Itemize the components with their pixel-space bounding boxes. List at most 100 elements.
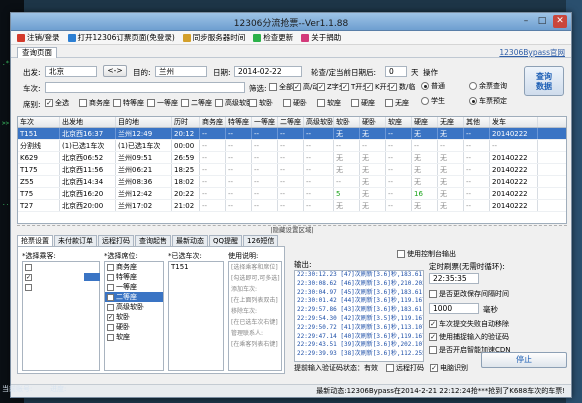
column-header[interactable]: 二等座 [278, 117, 304, 127]
skip-interval-checkbox[interactable]: 是否更改保存间隔时间 [429, 289, 509, 299]
menu-item-4[interactable]: 关于捐助 [301, 32, 341, 43]
stop-button[interactable]: 停止 [481, 352, 567, 368]
seat-type-checkbox[interactable]: 无座 [385, 98, 409, 108]
seat-list-item[interactable]: 硬卧 [105, 322, 163, 332]
timer-input[interactable]: 22:35:35 [429, 273, 479, 284]
option-checkbox[interactable]: ✓ 车次提交失败自动移除 [429, 319, 509, 329]
checkbox[interactable] [107, 333, 114, 341]
seat-type-checkbox[interactable]: 软卧 [249, 98, 273, 108]
hide-settings-splitter[interactable]: |隐藏设置区域| [17, 225, 567, 234]
option-checkbox[interactable]: ✓ 使用捕捉输入的验证码 [429, 332, 509, 342]
menu-item-2[interactable]: 同步服务器时间 [182, 32, 245, 43]
seat-list[interactable]: 商务座 特等座 一等座 二等座 高级软卧 ✓ 软卧 硬卧 软座 [104, 261, 164, 371]
checkbox[interactable] [107, 303, 114, 311]
column-header[interactable]: 无座 [438, 117, 464, 127]
column-header[interactable]: 软座 [386, 117, 412, 127]
seat-type-checkbox[interactable]: 特等座 [113, 98, 144, 108]
list-item[interactable] [23, 262, 99, 272]
refresh-interval-input[interactable]: 1000 [429, 303, 479, 314]
seat-type-checkbox[interactable]: 一等座 [147, 98, 178, 108]
minimize-icon[interactable]: – [519, 15, 533, 28]
seat-list-item[interactable]: 一等座 [105, 282, 163, 292]
tab-query[interactable]: 查询页面 [17, 47, 57, 58]
console-output-checkbox[interactable]: 使用控制台输出 [397, 249, 456, 259]
table-row[interactable]: K629 北京西06:52 兰州09:51 26:59 -- -- -- -- -- 无无 -- 无无… [18, 152, 566, 164]
column-header[interactable]: 软卧 [334, 117, 360, 127]
table-row[interactable]: T27 北京西20:00 兰州17:02 21:02 -- -- -- -- -- 无无 -- 无无 -… [18, 200, 566, 212]
column-header[interactable]: 硬座 [412, 117, 438, 127]
maximize-icon[interactable]: □ [535, 15, 549, 28]
train-type-checkbox[interactable]: 全部 [269, 82, 293, 92]
tab-3[interactable]: 查询起售 [135, 235, 171, 246]
train-number-input[interactable] [45, 82, 245, 93]
table-row[interactable]: T151 北京西16:37 兰州12:49 20:12 -- -- -- -- -- 无无 -- 无无… [18, 128, 566, 140]
column-header[interactable]: 硬卧 [360, 117, 386, 127]
train-type-checkbox[interactable]: ✓ 高/动 [293, 82, 319, 92]
seat-type-checkbox[interactable]: 高级软卧 [215, 98, 253, 108]
checkbox[interactable] [107, 263, 114, 271]
seat-type-checkbox[interactable]: 二等座 [181, 98, 212, 108]
column-header[interactable]: 车次 [18, 117, 60, 127]
selected-trains-list[interactable]: T151 [168, 261, 224, 371]
selected-train-item[interactable]: T151 [169, 262, 223, 272]
column-header[interactable]: 商务座 [200, 117, 226, 127]
checkbox[interactable] [107, 273, 114, 281]
column-header[interactable]: 发车 [490, 117, 538, 127]
swap-stations-button[interactable]: <-> [103, 65, 127, 77]
column-header[interactable]: 一等座 [252, 117, 278, 127]
menu-item-3[interactable]: 检查更新 [253, 32, 293, 43]
seat-list-item[interactable]: 商务座 [105, 262, 163, 272]
table-row[interactable]: 分割线 (1)已选1车次 (1)已选1车次 00:00 -- -- -- -- -- -- -- --… [18, 140, 566, 152]
interval-stepper[interactable]: 0 [385, 66, 407, 77]
checkbox[interactable] [107, 323, 114, 331]
column-header[interactable]: 高级软卧 [304, 117, 334, 127]
seat-list-item[interactable]: 特等座 [105, 272, 163, 282]
column-header[interactable]: 目的地 [116, 117, 172, 127]
menu-item-0[interactable]: 注销/登录 [17, 32, 60, 43]
table-row[interactable]: Z55 北京西14:34 兰州08:36 18:02 -- -- -- -- -- -- 无 -- 无无… [18, 176, 566, 188]
tab-1[interactable]: 未付款订单 [54, 235, 97, 246]
checkbox[interactable] [107, 293, 114, 301]
train-type-checkbox[interactable]: ✓ 数/临 [389, 82, 415, 92]
checkbox[interactable] [25, 263, 32, 271]
checkbox[interactable]: ✓ [107, 313, 114, 321]
column-header[interactable]: 特等座 [226, 117, 252, 127]
seat-type-checkbox[interactable]: 商务座 [79, 98, 110, 108]
date-input[interactable]: 2014-02-22 [234, 66, 302, 77]
column-header[interactable]: 历时 [172, 117, 200, 127]
seat-list-item[interactable]: ✓ 软卧 [105, 312, 163, 322]
menu-item-1[interactable]: 打开12306订票页面(免登录) [67, 32, 175, 43]
ticket-type-normal[interactable]: 普通 [421, 81, 445, 91]
checkbox[interactable] [25, 283, 32, 291]
seat-list-item[interactable]: 高级软卧 [105, 302, 163, 312]
tab-6[interactable]: 126短信 [243, 235, 279, 246]
seat-list-item[interactable]: 软座 [105, 332, 163, 342]
tab-4[interactable]: 最新动态 [172, 235, 208, 246]
mode-query[interactable]: 余票查询 [469, 81, 507, 91]
seat-type-checkbox[interactable]: 软座 [317, 98, 341, 108]
list-item[interactable] [23, 282, 99, 292]
tab-0[interactable]: 抢票设置 [17, 235, 53, 246]
column-header[interactable]: 其他 [464, 117, 490, 127]
from-station-input[interactable]: 北京 [45, 66, 97, 77]
column-header[interactable]: 出发地 [60, 117, 116, 127]
checkbox[interactable] [107, 283, 114, 291]
ticket-type-student[interactable]: 学生 [421, 96, 445, 106]
seat-type-checkbox[interactable]: ✓ 全选 [45, 98, 69, 108]
tab-5[interactable]: QQ提醒 [209, 235, 243, 246]
close-icon[interactable]: ✕ [553, 15, 567, 28]
auto-captcha-checkbox[interactable]: ✓ 电脑识别 [430, 363, 468, 373]
seat-type-checkbox[interactable]: 硬座 [351, 98, 375, 108]
table-row[interactable]: T75 北京西16:20 兰州12:42 20:22 -- -- -- -- -- 5 无 -- 16 无… [18, 188, 566, 200]
mode-booking[interactable]: 车票预定 [469, 96, 507, 106]
operate-label: 操作 [423, 68, 438, 77]
query-data-button[interactable]: 查询 数据 [524, 66, 564, 96]
bypass-website-link[interactable]: 12306Bypass官网 [499, 47, 565, 58]
to-station-input[interactable]: 兰州 [155, 66, 207, 77]
checkbox[interactable]: ✓ [25, 273, 32, 281]
tab-2[interactable]: 远程打码 [98, 235, 134, 246]
seat-list-item[interactable]: 二等座 [105, 292, 163, 302]
seat-type-checkbox[interactable]: 硬卧 [283, 98, 307, 108]
remote-captcha-checkbox[interactable]: 远程打码 [386, 363, 424, 373]
table-row[interactable]: T175 北京西11:56 兰州06:21 18:25 -- -- -- -- -- 无无 -- 无无… [18, 164, 566, 176]
